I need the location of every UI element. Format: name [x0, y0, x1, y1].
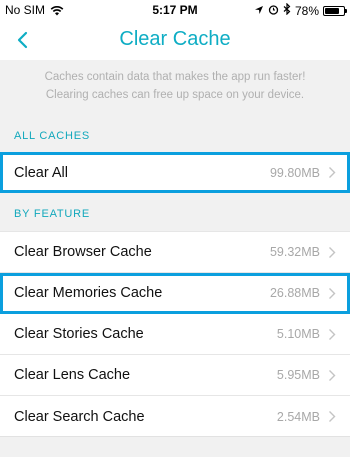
row-label: Clear Stories Cache	[14, 326, 144, 342]
by-feature-group: Clear Browser Cache 59.32MB Clear Memori…	[0, 231, 350, 437]
chevron-right-icon	[329, 370, 336, 381]
location-icon	[254, 4, 264, 18]
row-label: Clear Lens Cache	[14, 367, 131, 383]
row-label: Clear Search Cache	[14, 408, 145, 425]
clear-browser-cache-row[interactable]: Clear Browser Cache 59.32MB	[0, 232, 350, 273]
all-caches-group: Clear All 99.80MB	[0, 152, 350, 193]
page-title: Clear Cache	[119, 28, 231, 50]
clear-search-cache-row[interactable]: Clear Search Cache 2.54MB	[0, 396, 350, 437]
row-size: 26.88MB	[269, 286, 320, 300]
row-size: 59.32MB	[269, 245, 320, 259]
row-size: 99.80MB	[269, 165, 320, 180]
bluetooth-icon	[283, 2, 291, 18]
chevron-right-icon	[329, 411, 336, 422]
status-bar: No SIM 5:17 PM 78%	[0, 0, 350, 20]
clear-memories-cache-row[interactable]: Clear Memories Cache 26.88MB	[0, 273, 350, 314]
alarm-icon	[268, 4, 279, 18]
row-size: 5.10MB	[276, 327, 320, 341]
chevron-right-icon	[329, 288, 336, 299]
battery-fill	[325, 7, 339, 14]
row-label: Clear Memories Cache	[14, 285, 163, 301]
group-bottom-divider	[0, 436, 350, 437]
description-line-2: Clearing caches can free up space on you…	[45, 89, 305, 101]
chevron-right-icon	[329, 329, 336, 340]
chevron-right-icon	[329, 167, 336, 178]
section-header-all-caches: ALL CACHES	[14, 130, 91, 142]
section-header-by-feature: BY FEATURE	[14, 208, 91, 220]
battery-icon	[323, 5, 347, 16]
battery-percent: 78%	[294, 3, 319, 18]
row-size: 2.54MB	[276, 409, 320, 424]
status-right: 78%	[254, 2, 347, 18]
clear-stories-cache-row[interactable]: Clear Stories Cache 5.10MB	[0, 314, 350, 355]
clear-lens-cache-row[interactable]: Clear Lens Cache 5.95MB	[0, 355, 350, 396]
clear-all-row[interactable]: Clear All 99.80MB	[0, 152, 350, 193]
cache-description: Caches contain data that makes the app r…	[0, 68, 350, 104]
description-line-1: Caches contain data that makes the app r…	[44, 71, 306, 83]
nav-bar: Clear Cache	[0, 20, 350, 60]
row-label: Clear All	[14, 164, 68, 181]
row-label: Clear Browser Cache	[14, 244, 152, 260]
chevron-right-icon	[329, 247, 336, 258]
row-size: 5.95MB	[276, 368, 320, 382]
